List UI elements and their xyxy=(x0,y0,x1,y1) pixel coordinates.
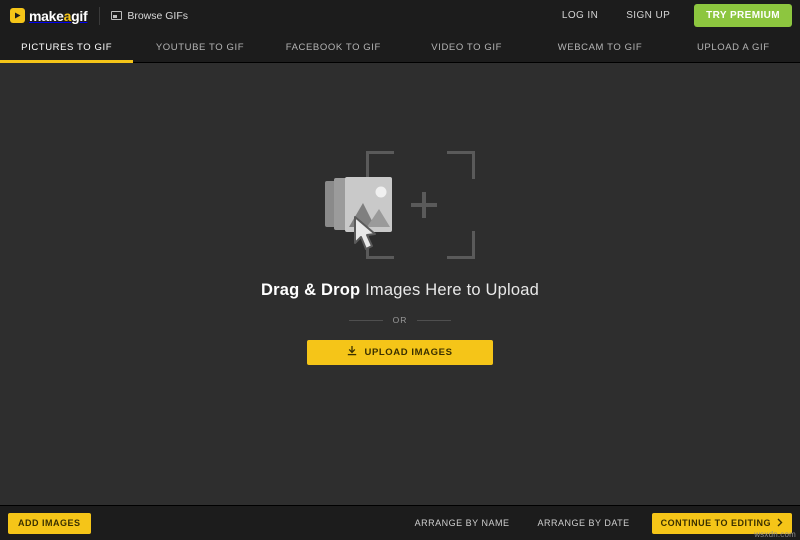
chevron-right-icon xyxy=(777,518,783,529)
logo[interactable]: makeagif xyxy=(10,0,88,31)
drop-zone-illustration xyxy=(325,151,475,259)
tab-video-to-gif-label: VIDEO TO GIF xyxy=(431,41,503,53)
upload-images-label: UPLOAD IMAGES xyxy=(364,347,453,358)
logo-text-accent: a xyxy=(63,7,72,24)
drop-zone-title-bold: Drag & Drop xyxy=(260,281,361,299)
tab-video-to-gif[interactable]: VIDEO TO GIF xyxy=(400,31,533,63)
add-images-button[interactable]: ADD IMAGES xyxy=(8,512,91,534)
tab-webcam-to-gif[interactable]: WEBCAM TO GIF xyxy=(533,31,666,63)
frame-corner-bottom-right-icon xyxy=(447,231,475,259)
drop-zone-title-rest: Images Here to Upload xyxy=(360,281,540,299)
logo-text: makeagif xyxy=(29,7,88,24)
top-bar-right: LOG IN SIGN UP TRY PREMIUM xyxy=(548,4,792,27)
bottom-bar-right: ARRANGE BY NAME ARRANGE BY DATE CONTINUE… xyxy=(401,512,792,534)
plus-icon xyxy=(411,192,437,218)
or-line-right xyxy=(417,319,452,321)
logo-play-icon xyxy=(10,8,25,23)
image-stack-icon xyxy=(325,177,411,264)
image-icon xyxy=(111,11,123,20)
tab-facebook-to-gif[interactable]: FACEBOOK TO GIF xyxy=(267,31,400,63)
logo-text-main: make xyxy=(29,7,64,24)
drop-zone-content: Drag & Drop Images Here to Upload OR UPL… xyxy=(0,151,800,365)
frame-corner-top-left-icon xyxy=(366,151,394,179)
tab-pictures-to-gif-label: PICTURES TO GIF xyxy=(21,41,113,53)
frame-corner-top-right-icon xyxy=(447,151,475,179)
arrange-by-name-button[interactable]: ARRANGE BY NAME xyxy=(401,518,524,528)
login-link[interactable]: LOG IN xyxy=(548,10,612,21)
try-premium-button[interactable]: TRY PREMIUM xyxy=(694,4,792,27)
tab-upload-a-gif-label: UPLOAD A GIF xyxy=(696,41,770,53)
bottom-bar: ADD IMAGES ARRANGE BY NAME ARRANGE BY DA… xyxy=(0,505,800,540)
tab-youtube-to-gif-label: YOUTUBE TO GIF xyxy=(155,41,245,53)
tab-pictures-to-gif[interactable]: PICTURES TO GIF xyxy=(0,31,134,63)
upload-icon xyxy=(347,346,357,359)
logo-text-end: gif xyxy=(71,7,88,24)
tab-facebook-to-gif-label: FACEBOOK TO GIF xyxy=(285,41,381,53)
continue-to-editing-label: CONTINUE TO EDITING xyxy=(660,518,771,528)
or-line-left xyxy=(348,319,383,321)
tab-webcam-to-gif-label: WEBCAM TO GIF xyxy=(557,41,643,53)
or-separator: OR xyxy=(348,315,452,325)
top-bar: makeagif Browse GIFs LOG IN SIGN UP TRY … xyxy=(0,0,800,31)
tab-youtube-to-gif[interactable]: YOUTUBE TO GIF xyxy=(133,31,266,63)
nav-tabs: PICTURES TO GIF YOUTUBE TO GIF FACEBOOK … xyxy=(0,31,800,63)
signup-link[interactable]: SIGN UP xyxy=(612,10,684,21)
top-bar-divider xyxy=(99,6,101,25)
upload-images-button[interactable]: UPLOAD IMAGES xyxy=(307,340,493,365)
or-label: OR xyxy=(392,315,408,325)
tab-upload-a-gif[interactable]: UPLOAD A GIF xyxy=(667,31,800,63)
arrange-by-date-button[interactable]: ARRANGE BY DATE xyxy=(523,518,643,528)
watermark-text: wsxdn.com xyxy=(754,530,796,539)
browse-gifs-link[interactable]: Browse GIFs xyxy=(111,10,188,22)
drop-zone[interactable]: Drag & Drop Images Here to Upload OR UPL… xyxy=(0,63,800,505)
drop-zone-title: Drag & Drop Images Here to Upload xyxy=(261,281,539,300)
browse-gifs-label: Browse GIFs xyxy=(127,9,189,22)
